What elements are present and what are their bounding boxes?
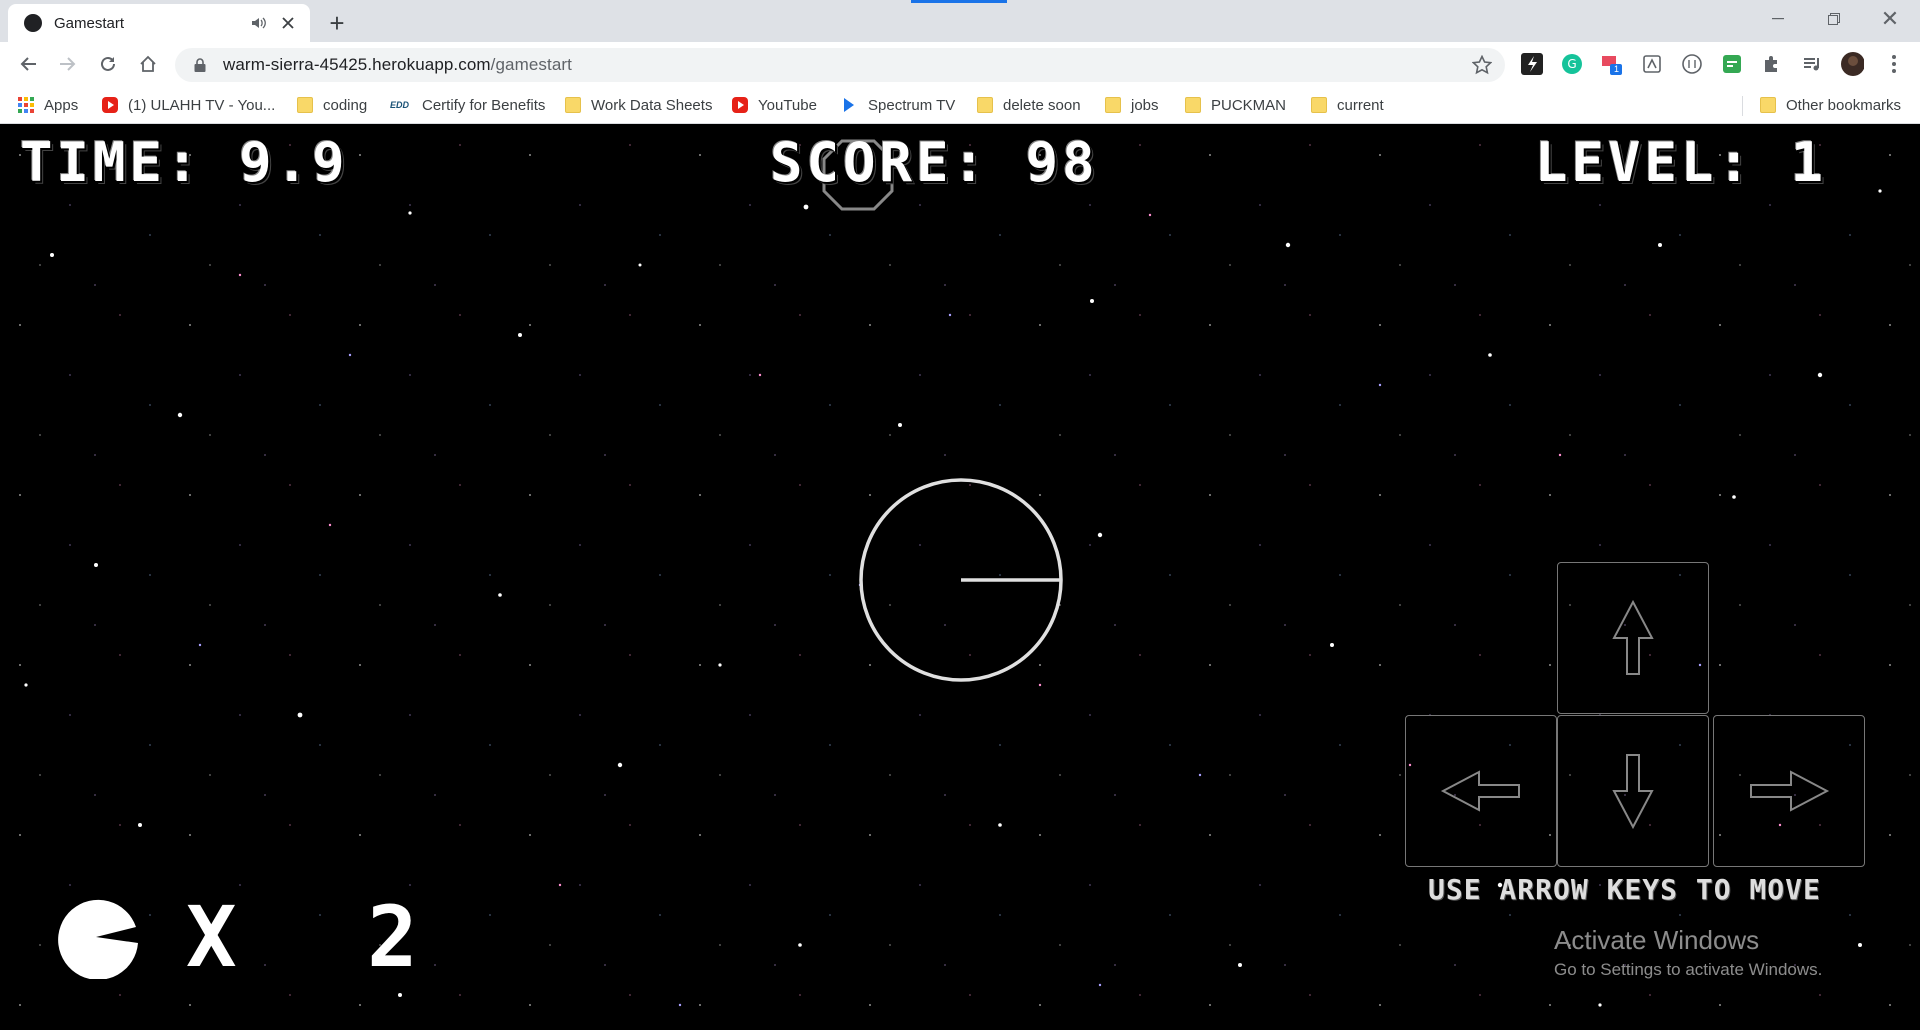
- folder-icon: [1760, 97, 1776, 113]
- minimize-window-icon[interactable]: [1750, 0, 1806, 38]
- tab-title: Gamestart: [54, 14, 125, 32]
- arrow-right-key[interactable]: [1713, 715, 1865, 867]
- level-label: LEVEL:: [1535, 131, 1755, 194]
- speaker-icon[interactable]: [248, 12, 270, 34]
- bookmark-label: PUCKMAN: [1211, 96, 1287, 114]
- bookmark-jobs[interactable]: jobs: [1105, 86, 1159, 124]
- reload-icon[interactable]: [92, 48, 124, 80]
- arrow-left-icon: [1440, 770, 1520, 812]
- folder-icon: [297, 97, 313, 113]
- bookmark-youtube[interactable]: YouTube: [732, 86, 817, 124]
- close-window-icon[interactable]: ✕: [1862, 0, 1918, 38]
- activate-windows-subtitle: Go to Settings to activate Windows.: [1554, 960, 1823, 979]
- level-display: LEVEL: 1: [1535, 131, 1827, 194]
- extension-dark-icon[interactable]: [1520, 52, 1544, 76]
- bookmark-label: Apps: [44, 96, 79, 114]
- bookmark-label: delete soon: [1003, 96, 1081, 114]
- apps-grid-icon: [18, 97, 34, 113]
- score-display: SCORE: 98: [770, 131, 1099, 194]
- extension-badge-count: 1: [1614, 64, 1620, 74]
- arrow-down-icon: [1612, 754, 1654, 830]
- url-path: /gamestart: [490, 55, 572, 74]
- folder-icon: [1105, 97, 1121, 113]
- activate-windows-title: Activate Windows: [1554, 925, 1760, 955]
- bookmark-label: Other bookmarks: [1786, 96, 1902, 114]
- arrow-down-key[interactable]: [1557, 715, 1709, 867]
- url-host: warm-sierra-45425.herokuapp.com: [223, 55, 491, 74]
- arrow-up-icon: [1612, 599, 1654, 675]
- loading-indicator: [911, 0, 1007, 3]
- folder-icon: [977, 97, 993, 113]
- bookmark-label: coding: [323, 96, 368, 114]
- menu-kebab-icon[interactable]: [1882, 52, 1906, 76]
- bookmark-apps[interactable]: Apps: [18, 86, 78, 124]
- tab-strip: Gamestart + ✕: [0, 0, 1920, 42]
- bookmark-delete-soon[interactable]: delete soon: [977, 86, 1081, 124]
- bookmark-label: Certify for Benefits: [422, 96, 546, 114]
- media-control-icon[interactable]: [1800, 52, 1824, 76]
- close-tab-icon[interactable]: [276, 11, 300, 35]
- browser-toolbar: warm-sierra-45425.herokuapp.com/gamestar…: [0, 42, 1920, 86]
- forward-icon[interactable]: [52, 48, 84, 80]
- extensions-puzzle-icon[interactable]: [1760, 52, 1784, 76]
- spectrum-icon: [842, 97, 858, 113]
- url-text[interactable]: warm-sierra-45425.herokuapp.com/gamestar…: [223, 55, 572, 75]
- bookmark-label: jobs: [1131, 96, 1159, 114]
- bookmark-current[interactable]: current: [1311, 86, 1384, 124]
- bookmark-spectrum-tv[interactable]: Spectrum TV: [842, 86, 955, 124]
- bookmark-other-bookmarks[interactable]: Other bookmarks: [1760, 86, 1901, 124]
- extension-green-icon[interactable]: [1720, 52, 1744, 76]
- restore-window-icon[interactable]: [1806, 0, 1862, 38]
- arrow-left-key[interactable]: [1405, 715, 1557, 867]
- bookmark-label: current: [1337, 96, 1384, 114]
- bookmark-label: Spectrum TV: [868, 96, 956, 114]
- new-tab-button[interactable]: +: [322, 8, 352, 38]
- address-bar[interactable]: warm-sierra-45425.herokuapp.com/gamestar…: [175, 48, 1505, 82]
- bookmarks-divider: [1742, 96, 1743, 116]
- lives-count: X 2: [186, 888, 458, 986]
- bookmark-star-icon[interactable]: [1471, 54, 1493, 76]
- bookmark-label: Work Data Sheets: [591, 96, 713, 114]
- bookmark-puckman[interactable]: PUCKMAN: [1185, 86, 1286, 124]
- bookmark-label: (1) ULAHH TV - You...: [128, 96, 276, 114]
- profile-avatar[interactable]: [1840, 52, 1864, 76]
- svg-text:G: G: [1567, 57, 1576, 71]
- controls-hint: USE ARROW KEYS TO MOVE: [1428, 873, 1821, 906]
- game-canvas[interactable]: TIME: 9.9 SCORE: 98 LEVEL: 1 X 2 USE ARR…: [0, 125, 1920, 1030]
- folder-icon: [565, 97, 581, 113]
- bookmark-coding[interactable]: coding: [297, 86, 367, 124]
- player-ship: [859, 478, 1063, 682]
- youtube-icon: [102, 97, 118, 113]
- level-value: 1: [1790, 131, 1828, 194]
- time-value: 9.9: [239, 131, 349, 194]
- grammarly-icon[interactable]: G: [1560, 52, 1584, 76]
- time-display: TIME: 9.9: [20, 131, 349, 194]
- extension-translate-icon[interactable]: [1640, 52, 1664, 76]
- arrow-up-key[interactable]: [1557, 562, 1709, 714]
- tab-gamestart[interactable]: Gamestart: [8, 4, 310, 42]
- time-label: TIME:: [20, 131, 203, 194]
- bookmark-ulahh-tv[interactable]: (1) ULAHH TV - You...: [102, 86, 275, 124]
- back-icon[interactable]: [12, 48, 44, 80]
- home-icon[interactable]: [132, 48, 164, 80]
- activate-windows-watermark: Activate Windows Go to Settings to activ…: [1554, 925, 1822, 980]
- arrow-right-icon: [1750, 770, 1830, 812]
- folder-icon: [1311, 97, 1327, 113]
- folder-icon: [1185, 97, 1201, 113]
- bookmark-certify-for-benefits[interactable]: EDD Certify for Benefits: [390, 86, 545, 124]
- extension-badge-icon[interactable]: 1: [1600, 52, 1624, 76]
- edd-icon: EDD: [390, 100, 410, 110]
- score-label: SCORE:: [770, 131, 990, 194]
- bookmark-work-data-sheets[interactable]: Work Data Sheets: [565, 86, 712, 124]
- extension-circle-icon[interactable]: [1680, 52, 1704, 76]
- youtube-icon: [732, 97, 748, 113]
- site-favicon-icon: [24, 14, 42, 32]
- puckman-lives-icon: [58, 899, 138, 979]
- bookmark-label: YouTube: [758, 96, 817, 114]
- bookmarks-bar: Apps (1) ULAHH TV - You... coding EDD Ce…: [0, 86, 1920, 124]
- score-value: 98: [1025, 131, 1099, 194]
- lock-icon[interactable]: [191, 56, 209, 74]
